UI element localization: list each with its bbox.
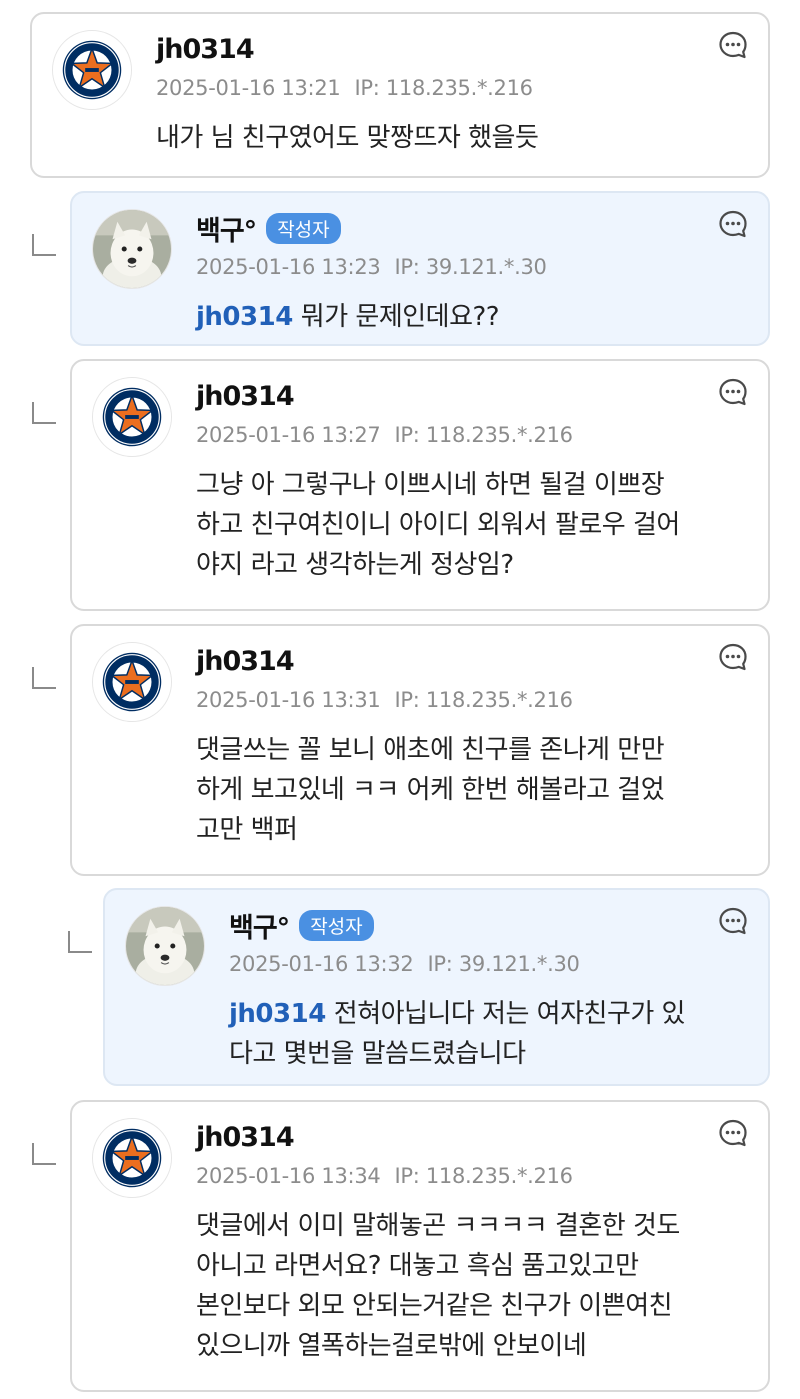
author-row: jh0314	[196, 379, 295, 413]
comment-text: 댓글쓰는 꼴 보니 애초에 친구를 존나게 만만	[196, 735, 665, 765]
comment-ip: IP: 118.235.*.216	[394, 1164, 573, 1188]
reply-comment: jh0314 2025-01-16 13:31 IP: 118.235.*.216 댓…	[70, 624, 770, 876]
comment-body: 그냥 아 그렇구나 이쁘시네 하면 될걸 이쁘장하고 친구여친이니 아이디 외워…	[196, 465, 748, 585]
comment-line: jh0314 뭐가 문제인데요??	[196, 297, 748, 337]
comment-line: 그냥 아 그렇구나 이쁘시네 하면 될걸 이쁘장	[196, 465, 748, 505]
comment-body: 댓글에서 이미 말해놓곤 ㅋㅋㅋㅋ 결혼한 것도아니고 라면서요? 대놓고 흑심…	[196, 1206, 748, 1366]
author-nickname[interactable]: 백구°	[229, 906, 290, 945]
author-badge: 작성자	[299, 909, 374, 941]
comment-meta: 2025-01-16 13:27 IP: 118.235.*.216	[196, 423, 573, 447]
astros-logo-icon[interactable]	[92, 1118, 172, 1198]
author-badge: 작성자	[266, 212, 341, 244]
comment-text: 본인보다 외모 안되는거같은 친구가 이쁜여친	[196, 1291, 673, 1321]
speech-bubble-dots-icon[interactable]	[718, 30, 748, 60]
speech-bubble-dots-icon[interactable]	[718, 377, 748, 407]
comment-text: 다고 몇번을 말씀드렸습니다	[229, 1039, 526, 1069]
comment-line: 야지 라고 생각하는게 정상임?	[196, 545, 748, 585]
comment-ip: IP: 118.235.*.216	[394, 688, 573, 712]
comment-text: 하게 보고있네 ㅋㅋ 어케 한번 해볼라고 걸었	[196, 775, 665, 805]
reply-elbow-icon	[32, 1143, 56, 1165]
comment-line: 하게 보고있네 ㅋㅋ 어케 한번 해볼라고 걸었	[196, 770, 748, 810]
comment-line: 고만 백퍼	[196, 810, 748, 850]
comment-timestamp: 2025-01-16 13:31	[196, 688, 381, 712]
comment-text: 전혀아닙니다 저는 여자친구가 있	[333, 999, 686, 1029]
comment-ip: IP: 118.235.*.216	[354, 76, 533, 100]
astros-logo-icon[interactable]	[92, 377, 172, 457]
author-row: 백구° 작성자	[229, 906, 374, 945]
reply-elbow-icon	[68, 931, 92, 953]
white-dog-avatar[interactable]	[125, 906, 205, 986]
comment-line: 다고 몇번을 말씀드렸습니다	[229, 1034, 748, 1074]
astros-logo-icon[interactable]	[52, 30, 132, 110]
comment-timestamp: 2025-01-16 13:21	[156, 76, 341, 100]
reply-comment: jh0314 2025-01-16 13:27 IP: 118.235.*.216 그…	[70, 359, 770, 611]
speech-bubble-dots-icon[interactable]	[718, 209, 748, 239]
speech-bubble-dots-icon[interactable]	[718, 642, 748, 672]
comment-meta: 2025-01-16 13:21 IP: 118.235.*.216	[156, 76, 533, 100]
speech-bubble-dots-icon[interactable]	[718, 1118, 748, 1148]
author-nickname[interactable]: 백구°	[196, 209, 257, 248]
author-nickname[interactable]: jh0314	[196, 381, 295, 412]
author-reply-comment: 백구° 작성자 2025-01-16 13:23 IP: 39.121.*.30 jh0…	[70, 191, 770, 346]
comment-thread: jh0314 2025-01-16 13:21 IP: 118.235.*.216 내…	[0, 0, 800, 1399]
reply-elbow-icon	[32, 402, 56, 424]
author-row: jh0314	[196, 1120, 295, 1154]
comment-text: 고만 백퍼	[196, 815, 298, 845]
comment-text: 내가 님 친구였어도 맞짱뜨자 했을듯	[156, 123, 539, 153]
comment-meta: 2025-01-16 13:23 IP: 39.121.*.30	[196, 255, 547, 279]
comment: jh0314 2025-01-16 13:21 IP: 118.235.*.216 내…	[30, 12, 770, 178]
comment-line: 댓글에서 이미 말해놓곤 ㅋㅋㅋㅋ 결혼한 것도	[196, 1206, 748, 1246]
mention-link[interactable]: jh0314	[196, 302, 293, 332]
comment-ip: IP: 39.121.*.30	[427, 952, 580, 976]
comment-meta: 2025-01-16 13:32 IP: 39.121.*.30	[229, 952, 580, 976]
comment-text: 아니고 라면서요? 대놓고 흑심 품고있고만	[196, 1251, 639, 1281]
author-row: jh0314	[196, 644, 295, 678]
comment-timestamp: 2025-01-16 13:23	[196, 255, 381, 279]
comment-timestamp: 2025-01-16 13:32	[229, 952, 414, 976]
comment-body: jh0314 뭐가 문제인데요??	[196, 297, 748, 337]
comment-line: 댓글쓰는 꼴 보니 애초에 친구를 존나게 만만	[196, 730, 748, 770]
reply-comment: jh0314 2025-01-16 13:34 IP: 118.235.*.216 댓…	[70, 1100, 770, 1392]
mention-link[interactable]: jh0314	[229, 999, 326, 1029]
comment-line: 있으니까 열폭하는걸로밖에 안보이네	[196, 1326, 748, 1366]
astros-logo-icon[interactable]	[92, 642, 172, 722]
comment-line: 하고 친구여친이니 아이디 외워서 팔로우 걸어	[196, 505, 748, 545]
comment-text: 하고 친구여친이니 아이디 외워서 팔로우 걸어	[196, 510, 680, 540]
comment-meta: 2025-01-16 13:34 IP: 118.235.*.216	[196, 1164, 573, 1188]
comment-line: 아니고 라면서요? 대놓고 흑심 품고있고만	[196, 1246, 748, 1286]
comment-ip: IP: 118.235.*.216	[394, 423, 573, 447]
reply-elbow-icon	[32, 234, 56, 256]
comment-timestamp: 2025-01-16 13:27	[196, 423, 381, 447]
author-nickname[interactable]: jh0314	[196, 1122, 295, 1153]
comment-text: 뭐가 문제인데요??	[300, 302, 500, 332]
comment-timestamp: 2025-01-16 13:34	[196, 1164, 381, 1188]
author-nickname[interactable]: jh0314	[196, 646, 295, 677]
comment-text: 그냥 아 그렇구나 이쁘시네 하면 될걸 이쁘장	[196, 470, 665, 500]
speech-bubble-dots-icon[interactable]	[718, 906, 748, 936]
author-reply-comment: 백구° 작성자 2025-01-16 13:32 IP: 39.121.*.30 jh0…	[103, 888, 770, 1086]
comment-meta: 2025-01-16 13:31 IP: 118.235.*.216	[196, 688, 573, 712]
comment-text: 댓글에서 이미 말해놓곤 ㅋㅋㅋㅋ 결혼한 것도	[196, 1211, 680, 1241]
author-nickname[interactable]: jh0314	[156, 34, 255, 65]
comment-line: jh0314 전혀아닙니다 저는 여자친구가 있	[229, 994, 748, 1034]
author-row: jh0314	[156, 32, 255, 66]
comment-text: 야지 라고 생각하는게 정상임?	[196, 550, 514, 580]
comment-ip: IP: 39.121.*.30	[394, 255, 547, 279]
comment-body: jh0314 전혀아닙니다 저는 여자친구가 있다고 몇번을 말씀드렸습니다	[229, 994, 748, 1074]
author-row: 백구° 작성자	[196, 209, 341, 248]
comment-text: 있으니까 열폭하는걸로밖에 안보이네	[196, 1331, 587, 1361]
comment-line: 내가 님 친구였어도 맞짱뜨자 했을듯	[156, 118, 748, 158]
comment-body: 댓글쓰는 꼴 보니 애초에 친구를 존나게 만만하게 보고있네 ㅋㅋ 어케 한번…	[196, 730, 748, 850]
comment-line: 본인보다 외모 안되는거같은 친구가 이쁜여친	[196, 1286, 748, 1326]
comment-body: 내가 님 친구였어도 맞짱뜨자 했을듯	[156, 118, 748, 158]
white-dog-avatar[interactable]	[92, 209, 172, 289]
reply-elbow-icon	[32, 667, 56, 689]
